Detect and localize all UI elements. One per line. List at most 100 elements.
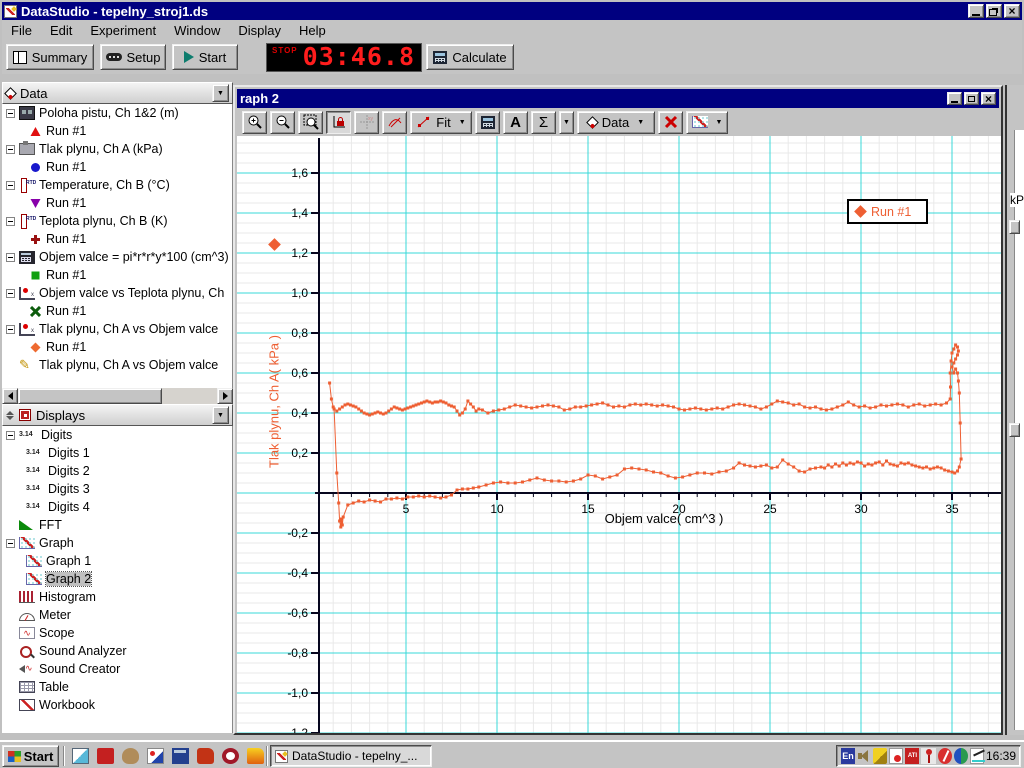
menu-window[interactable]: Window <box>165 21 229 40</box>
start-button[interactable]: Start <box>172 44 238 70</box>
run-item[interactable]: Run #1 <box>2 338 232 356</box>
expand-toggle[interactable] <box>6 217 15 226</box>
run-item[interactable]: Run #1 <box>2 266 232 284</box>
data-horizontal-scrollbar[interactable] <box>2 388 233 404</box>
app-titlebar[interactable]: DataStudio - tepelny_stroj1.ds × <box>2 2 1022 20</box>
close-button[interactable]: × <box>1004 4 1020 18</box>
chart-plot[interactable]: 1,61,41,21,00,80,60,40,2-0,2-0,4-0,6-0,8… <box>237 136 1001 733</box>
tray-pen-icon[interactable] <box>970 748 984 764</box>
expand-toggle[interactable] <box>6 253 15 262</box>
tray-agent-icon[interactable] <box>921 748 935 764</box>
zoom-in-button[interactable] <box>242 111 267 134</box>
start-menu-button[interactable]: Start <box>2 745 59 767</box>
scroll-left-button[interactable] <box>2 388 18 404</box>
summary-button[interactable]: Summary <box>6 44 94 70</box>
display-child-item[interactable]: 3.14Digits 2 <box>2 462 232 480</box>
splitter-icon[interactable] <box>6 411 14 420</box>
fit-menu-button[interactable]: Fit ▼ <box>410 111 472 134</box>
run-item[interactable]: Run #1 <box>2 194 232 212</box>
data-tree-item[interactable]: Objem valce vs Teplota plynu, Ch <box>2 284 232 302</box>
graph-maximize-button[interactable] <box>964 92 979 105</box>
quicklaunch-pdf-icon[interactable] <box>97 748 114 764</box>
expand-toggle[interactable] <box>6 145 15 154</box>
scrollbar-thumb[interactable] <box>18 388 162 404</box>
display-item[interactable]: Meter <box>2 606 232 624</box>
expand-toggle[interactable] <box>6 431 15 440</box>
run-item[interactable]: Run #1 <box>2 158 232 176</box>
data-menu-button[interactable]: Data ▼ <box>577 111 655 134</box>
quicklaunch-winamp-icon[interactable] <box>247 748 264 764</box>
data-tree-item[interactable]: Teplota plynu, Ch B (K) <box>2 212 232 230</box>
display-item[interactable]: 3.14Digits <box>2 426 232 444</box>
expand-toggle[interactable] <box>6 539 15 548</box>
tray-scheduler-icon[interactable] <box>889 748 903 764</box>
graph-close-button[interactable]: × <box>981 92 996 105</box>
data-tree-item[interactable]: Poloha pistu, Ch 1&2 (m) <box>2 104 232 122</box>
quicklaunch-editor-icon[interactable] <box>72 748 89 764</box>
expand-toggle[interactable] <box>6 325 15 334</box>
restore-button[interactable] <box>986 4 1002 18</box>
graph-minimize-button[interactable] <box>947 92 962 105</box>
datastudio-task-button[interactable]: DataStudio - tepelny_... <box>270 745 432 767</box>
menu-experiment[interactable]: Experiment <box>81 21 165 40</box>
menu-edit[interactable]: Edit <box>41 21 81 40</box>
graph-window-titlebar[interactable]: raph 2 × <box>237 89 999 108</box>
statistics-dropdown-button[interactable]: ▼ <box>559 111 574 134</box>
chart-area[interactable]: 1,61,41,21,00,80,60,40,2-0,2-0,4-0,6-0,8… <box>237 136 1001 733</box>
volume-icon[interactable] <box>857 748 871 764</box>
quicklaunch-opera-icon[interactable] <box>222 748 239 764</box>
language-indicator[interactable]: En <box>841 748 855 764</box>
statistics-button[interactable]: Σ <box>531 111 556 134</box>
displays-panel-header[interactable]: Displays ▼ <box>2 404 233 426</box>
data-tree-item[interactable]: Objem valce = pi*r*r*y*100 (cm^3) <box>2 248 232 266</box>
tray-brush-icon[interactable] <box>873 748 887 764</box>
calculate-tool-button[interactable] <box>475 111 500 134</box>
scroll-right-button[interactable] <box>217 388 233 404</box>
tray-lightning-icon[interactable] <box>938 748 952 764</box>
run-item[interactable]: Run #1 <box>2 230 232 248</box>
data-tree-item[interactable]: Tlak plynu, Ch A (kPa) <box>2 140 232 158</box>
run-item[interactable]: Run #1 <box>2 302 232 320</box>
display-item[interactable]: ∿Scope <box>2 624 232 642</box>
data-panel-header[interactable]: Data ▼ <box>2 82 233 104</box>
data-tree-item[interactable]: ✎Tlak plynu, Ch A vs Objem valce <box>2 356 232 374</box>
quicklaunch-paint-icon[interactable] <box>147 748 164 764</box>
expand-toggle[interactable] <box>6 109 15 118</box>
display-item[interactable]: Graph <box>2 534 232 552</box>
display-child-item[interactable]: Graph 1 <box>2 552 232 570</box>
zoom-out-button[interactable] <box>270 111 295 134</box>
display-child-item[interactable]: Graph 2 <box>2 570 232 588</box>
expand-toggle[interactable] <box>6 289 15 298</box>
data-dropdown-button[interactable]: ▼ <box>212 84 229 102</box>
data-tree-item[interactable]: Temperature, Ch B (°C) <box>2 176 232 194</box>
tray-sync-icon[interactable] <box>954 748 968 764</box>
display-item[interactable]: Sound Analyzer <box>2 642 232 660</box>
quicklaunch-dragon-icon[interactable] <box>197 748 214 764</box>
setup-button[interactable]: Setup <box>100 44 166 70</box>
delete-button[interactable] <box>658 111 683 134</box>
calculate-button[interactable]: Calculate <box>426 44 514 70</box>
quicklaunch-calculator-icon[interactable] <box>172 748 189 764</box>
menu-help[interactable]: Help <box>290 21 335 40</box>
graph-settings-button[interactable]: ▼ <box>686 111 728 134</box>
data-tree-item[interactable]: Tlak plynu, Ch A vs Objem valce <box>2 320 232 338</box>
text-tool-button[interactable]: A <box>503 111 528 134</box>
display-child-item[interactable]: 3.14Digits 4 <box>2 498 232 516</box>
zoom-select-button[interactable] <box>298 111 323 134</box>
displays-dropdown-button[interactable]: ▼ <box>212 406 229 424</box>
minimize-button[interactable] <box>968 4 984 18</box>
smart-tool-button[interactable]: xy <box>354 111 379 134</box>
display-child-item[interactable]: 3.14Digits 3 <box>2 480 232 498</box>
display-item[interactable]: Sound Creator <box>2 660 232 678</box>
run-item[interactable]: Run #1 <box>2 122 232 140</box>
menu-file[interactable]: File <box>2 21 41 40</box>
expand-toggle[interactable] <box>6 181 15 190</box>
tray-ati-icon[interactable]: ATI <box>905 748 919 764</box>
display-child-item[interactable]: 3.14Digits 1 <box>2 444 232 462</box>
display-item[interactable]: Table <box>2 678 232 696</box>
scale-to-fit-button[interactable] <box>326 111 351 134</box>
legend[interactable]: Run #1 <box>847 199 928 224</box>
menu-display[interactable]: Display <box>229 21 290 40</box>
display-item[interactable]: Histogram <box>2 588 232 606</box>
slope-tool-button[interactable] <box>382 111 407 134</box>
